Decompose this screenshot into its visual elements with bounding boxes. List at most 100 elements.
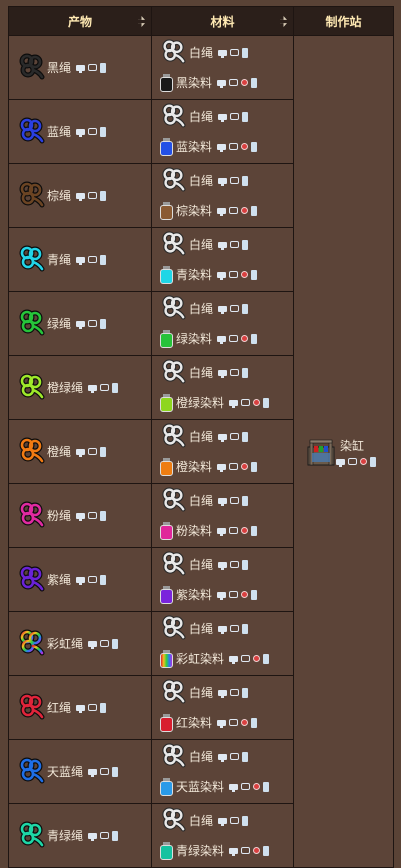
product-name[interactable]: 红绳 [47,701,71,715]
material-name[interactable]: 白绳 [189,428,213,445]
platform-icons [76,62,107,73]
material-name[interactable]: 白绳 [189,748,213,765]
platform-icons [218,239,249,250]
materials-cell: 白绳蓝染料 [151,99,294,164]
desktop-version-icon [76,192,86,201]
material-item: 白绳 [160,294,293,324]
product-name[interactable]: 橙绳 [47,445,71,459]
material-name[interactable]: 青染料 [176,266,212,283]
material-name[interactable]: 粉染料 [176,522,212,539]
mobile-version-icon [112,830,119,841]
material-name[interactable]: 白绳 [189,172,213,189]
material-name[interactable]: 天蓝染料 [176,778,224,795]
material-item: 蓝染料 [160,132,293,162]
console-version-icon [88,192,98,199]
desktop-version-icon [76,448,86,457]
console-version-icon [229,591,239,598]
desktop-version-icon [229,783,239,792]
material-item: 青绿染料 [160,836,293,866]
white-rope-icon [160,358,186,387]
console-version-icon [100,768,110,775]
material-name[interactable]: 白绳 [189,364,213,381]
material-item: 白绳 [160,38,293,68]
dye-bottle-icon [160,585,173,604]
mobile-version-icon [112,766,119,777]
material-name[interactable]: 绿染料 [176,330,212,347]
old-console-version-icon [241,79,249,86]
platform-icons [218,687,249,698]
material-name[interactable]: 白绳 [189,108,213,125]
material-name[interactable]: 棕染料 [176,202,212,219]
material-name[interactable]: 白绳 [189,620,213,637]
mobile-version-icon [242,815,249,826]
console-version-icon [88,320,98,327]
column-header-materials[interactable]: 材料 [151,6,294,36]
material-item: 橙染料 [160,452,293,482]
material-name[interactable]: 彩虹染料 [176,650,224,667]
material-name[interactable]: 黑染料 [176,74,212,91]
material-name[interactable]: 白绳 [189,812,213,829]
console-version-icon [88,704,98,711]
dye-bottle-icon [160,73,173,92]
product-name[interactable]: 紫绳 [47,573,71,587]
sort-icon[interactable] [138,16,145,27]
materials-cell: 白绳红染料 [151,675,294,740]
product-name[interactable]: 蓝绳 [47,125,71,139]
product-name[interactable]: 天蓝绳 [47,765,83,779]
material-name[interactable]: 橙染料 [176,458,212,475]
product-name[interactable]: 青绳 [47,253,71,267]
white-rope-icon [160,422,186,451]
white-rope-icon [160,486,186,515]
material-item: 白绳 [160,742,293,772]
materials-cell: 白绳橙染料 [151,419,294,484]
white-rope-icon [160,166,186,195]
product-name[interactable]: 橙绿绳 [47,381,83,395]
platform-icons [76,126,107,137]
mobile-version-icon [242,623,249,634]
rope-icon [17,180,45,211]
mobile-version-icon [100,190,107,201]
material-name[interactable]: 红染料 [176,714,212,731]
desktop-version-icon [218,241,228,250]
material-name[interactable]: 白绳 [189,684,213,701]
platform-icons [88,638,119,649]
product-name[interactable]: 绿绳 [47,317,71,331]
material-name[interactable]: 白绳 [189,300,213,317]
platform-icons [217,205,258,216]
console-version-icon [100,640,110,647]
material-name[interactable]: 白绳 [189,492,213,509]
material-name[interactable]: 白绳 [189,236,213,253]
mobile-version-icon [251,525,258,536]
white-rope-icon [160,38,186,67]
material-item: 白绳 [160,102,293,132]
platform-icons [76,190,107,201]
product-name[interactable]: 青绿绳 [47,829,83,843]
station-name[interactable]: 染缸 [340,437,376,454]
material-name[interactable]: 白绳 [189,44,213,61]
dye-bottle-icon [160,649,173,668]
console-version-icon [229,79,239,86]
platform-icons [229,653,270,664]
material-name[interactable]: 白绳 [189,556,213,573]
product-name[interactable]: 粉绳 [47,509,71,523]
console-version-icon [88,576,98,583]
console-version-icon [348,458,357,465]
product-name[interactable]: 彩虹绳 [47,637,83,651]
desktop-version-icon [217,719,227,728]
desktop-version-icon [88,768,98,777]
desktop-version-icon [218,497,228,506]
material-name[interactable]: 青绿染料 [176,842,224,859]
material-name[interactable]: 紫染料 [176,586,212,603]
material-name[interactable]: 橙绿染料 [176,394,224,411]
platform-icons [218,47,249,58]
product-name[interactable]: 黑绳 [47,61,71,75]
column-header-product[interactable]: 产物 [8,6,152,36]
material-name[interactable]: 蓝染料 [176,138,212,155]
product-name[interactable]: 棕绳 [47,189,71,203]
old-console-version-icon [241,719,249,726]
sort-icon[interactable] [280,16,287,27]
mobile-version-icon [100,126,107,137]
dye-bottle-icon [160,713,173,732]
mobile-version-icon [242,367,249,378]
material-item: 白绳 [160,614,293,644]
